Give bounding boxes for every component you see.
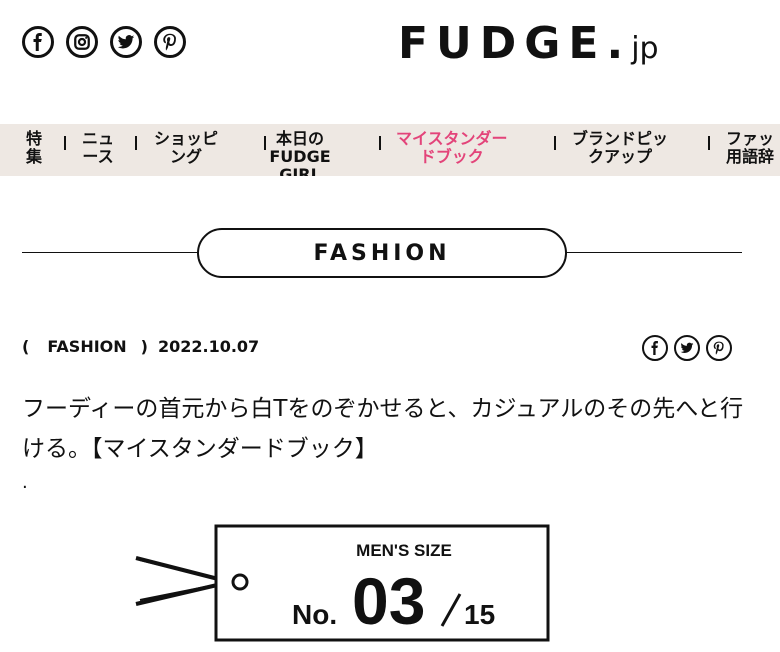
logo-main: FUDGE. bbox=[398, 18, 632, 69]
section-divider-left bbox=[22, 252, 198, 253]
category-close-paren: ) bbox=[140, 337, 148, 356]
site-logo[interactable]: FUDGE.jp bbox=[398, 18, 659, 69]
nav-separator bbox=[64, 136, 66, 150]
article-title: フーディーの首元から白Tをのぞかせると、カジュアルのその先へと行ける。【マイスタ… bbox=[22, 396, 744, 463]
pinterest-icon[interactable] bbox=[706, 335, 732, 361]
nav-item-brand-pickup[interactable]: ブランドピッ クアップ bbox=[572, 130, 668, 166]
nav-item-shopping[interactable]: ショッピ ング bbox=[154, 130, 218, 166]
category-open-paren: ( bbox=[22, 337, 30, 356]
body-dot: . bbox=[22, 472, 28, 493]
twitter-icon[interactable] bbox=[674, 335, 700, 361]
nav-separator bbox=[379, 136, 381, 150]
main-nav: 特 集 ニュ ース ショッピ ング 本日の FUDGE GIRL マイスタンダー… bbox=[0, 124, 780, 176]
tag-number: 03 bbox=[352, 564, 425, 638]
logo-suffix: jp bbox=[631, 31, 659, 66]
tag-hole bbox=[231, 573, 249, 591]
nav-separator bbox=[554, 136, 556, 150]
nav-item-my-standard-book[interactable]: マイスタンダー ドブック bbox=[396, 130, 508, 166]
section-divider-right bbox=[566, 252, 742, 253]
twitter-icon[interactable] bbox=[110, 26, 142, 58]
tag-total: 15 bbox=[464, 599, 495, 630]
tag-label: MEN'S SIZE bbox=[356, 541, 452, 560]
instagram-icon[interactable] bbox=[66, 26, 98, 58]
facebook-icon[interactable] bbox=[642, 335, 668, 361]
nav-item-feature[interactable]: 特 集 bbox=[26, 130, 42, 166]
article-share-links bbox=[642, 335, 732, 361]
pinterest-icon[interactable] bbox=[154, 26, 186, 58]
article-category-link[interactable]: FASHION bbox=[47, 337, 126, 356]
nav-item-fudge-girl[interactable]: 本日の FUDGE GIRL bbox=[248, 130, 352, 177]
tag-prefix: No. bbox=[292, 599, 337, 630]
nav-item-fashion-glossary[interactable]: ファッ 用語辞 bbox=[726, 130, 774, 166]
article-date: 2022.10.07 bbox=[157, 337, 260, 356]
size-tag-graphic: MEN'S SIZE No. 03 15 bbox=[135, 524, 550, 642]
facebook-icon[interactable] bbox=[22, 26, 54, 58]
nav-item-news[interactable]: ニュ ース bbox=[82, 130, 114, 166]
section-heading: FASHION bbox=[197, 228, 567, 278]
nav-separator bbox=[135, 136, 137, 150]
header-social-links bbox=[22, 26, 186, 58]
article-meta: ( FASHION ) 2022.10.07 bbox=[22, 337, 259, 356]
nav-separator bbox=[708, 136, 710, 150]
